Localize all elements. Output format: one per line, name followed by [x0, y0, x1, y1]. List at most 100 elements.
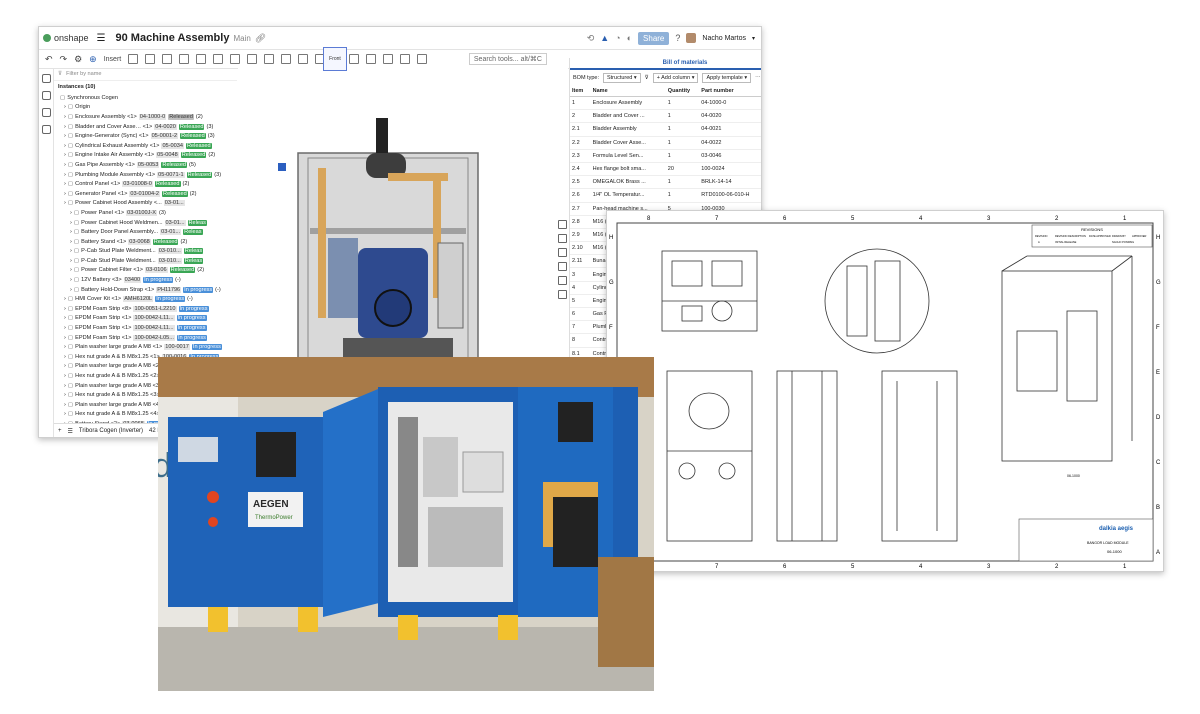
bom-row[interactable]: 2Bladder and Cover ...104-00203	[570, 109, 761, 124]
comments-icon[interactable]	[41, 74, 51, 83]
tree-row[interactable]: › ▢ Battery Stand <1> 03-0068 Released (2)	[54, 237, 237, 247]
slider-mate-icon[interactable]	[179, 54, 190, 64]
planar-mate-icon[interactable]	[196, 54, 207, 64]
fastened-mate-icon[interactable]	[145, 54, 156, 64]
tree-row[interactable]: › ▢ Origin	[54, 103, 237, 113]
parallel-mate-icon[interactable]	[264, 54, 275, 64]
user-badge-icon[interactable]: ▲	[600, 33, 609, 43]
chevron-right-icon[interactable]: ›	[64, 354, 66, 360]
tree-row[interactable]: › ▢ EPDM Foam Strip <8> 100-0051-L2210 In pr…	[54, 304, 237, 314]
chevron-right-icon[interactable]: ›	[64, 315, 66, 321]
undo-icon[interactable]: ↶	[45, 54, 53, 65]
chevron-right-icon[interactable]: ›	[64, 344, 66, 350]
chevron-right-icon[interactable]: ›	[64, 392, 66, 398]
tree-row[interactable]: › ▢ Control Panel <1> 03-01008-0 Released (2)	[54, 179, 237, 189]
chevron-right-icon[interactable]: ›	[70, 258, 72, 264]
insert-button[interactable]: Insert	[104, 56, 122, 63]
mass-properties-icon[interactable]	[558, 234, 567, 243]
display-states-icon[interactable]	[417, 54, 428, 64]
tree-row[interactable]: › ▢ Generator Panel <1> 03-01004-2 Released(…	[54, 189, 237, 199]
redo-icon[interactable]: ↷	[60, 54, 68, 65]
chevron-right-icon[interactable]: ›	[70, 210, 72, 216]
link-icon[interactable]: 🔗︎	[255, 33, 266, 44]
apply-template-button[interactable]: Apply template ▾	[702, 73, 752, 83]
tree-row[interactable]: › ▢ Engine-Generator (Sync) <1> 05-0001-2 Re…	[54, 131, 237, 141]
properties-icon[interactable]	[41, 108, 51, 117]
settings-icon[interactable]: ⚙	[74, 54, 82, 65]
notes-icon[interactable]	[558, 290, 567, 299]
chevron-right-icon[interactable]: ›	[64, 104, 66, 110]
tree-row[interactable]: › ▢ Power Cabinet Hood Assembly <... 03-01.…	[54, 199, 237, 209]
tree-row[interactable]: › ▢ EPDM Foam Strip <1> 100-0042-L05... In p…	[54, 333, 237, 343]
measure-icon[interactable]	[383, 54, 394, 64]
group-icon[interactable]	[298, 54, 309, 64]
search-tools-input[interactable]: Search tools... alt/⌘C	[468, 53, 547, 65]
chevron-right-icon[interactable]: ›	[70, 248, 72, 254]
tree-row[interactable]: › ▢ Battery Door Panel Assembly... 03-01...…	[54, 227, 237, 237]
tree-row[interactable]: › ▢ Power Panel <1> 03-0100J-X (3)	[54, 208, 237, 218]
chevron-right-icon[interactable]: ›	[64, 363, 66, 369]
appearances-icon[interactable]	[41, 125, 51, 134]
tree-row[interactable]: › ▢ Battery Hold-Down Strap <1> PH11796 In p…	[54, 285, 237, 295]
tree-row[interactable]: › ▢ 12V Battery <3> 03400 In progress (-)	[54, 275, 237, 285]
tree-row[interactable]: › ▢ P-Cab Stud Plate Weldment... 03-010... R…	[54, 247, 237, 257]
version-icon[interactable]: ⟲	[587, 33, 595, 44]
bom-icon[interactable]	[558, 248, 567, 257]
bom-column-header[interactable]: Quantity	[665, 86, 700, 97]
avatar[interactable]	[686, 33, 697, 43]
insert-icon[interactable]: ⊕	[89, 54, 97, 65]
chevron-right-icon[interactable]: ›	[64, 143, 66, 149]
tree-row[interactable]: › ▢ Power Cabinet Filter <1> 03-0106 Release…	[54, 266, 237, 276]
bom-column-header[interactable]: Item	[570, 86, 591, 97]
chevron-right-icon[interactable]: ›	[64, 306, 66, 312]
mate-icon[interactable]	[128, 54, 139, 64]
chevron-right-icon[interactable]: ›	[64, 133, 66, 139]
tangent-mate-icon[interactable]	[281, 54, 292, 64]
filter-icon[interactable]: ⊽	[58, 71, 62, 77]
chevron-right-icon[interactable]: ›	[70, 229, 72, 235]
tree-row[interactable]: › ▢ Engine Intake Air Assembly <1> 05-0048 R…	[54, 151, 237, 161]
ball-mate-icon[interactable]	[247, 54, 258, 64]
pin-slot-icon[interactable]	[230, 54, 241, 64]
bom-column-header[interactable]: Part number	[699, 86, 761, 97]
help-icon[interactable]: ?	[675, 33, 680, 43]
tab-list-icon[interactable]: ☰	[68, 428, 73, 435]
more-icon[interactable]: ⋯	[755, 75, 761, 81]
learning-icon[interactable]: ◐	[627, 33, 632, 43]
document-title[interactable]: 90 Machine Assembly	[116, 32, 230, 44]
notifications-icon[interactable]: ◔	[615, 33, 620, 43]
tree-row[interactable]: › ▢ Power Cabinet Hood Weldmen... 03-01... R…	[54, 218, 237, 228]
tab-assembly[interactable]: Tribora Cogen (Inverter)	[79, 428, 143, 434]
chevron-right-icon[interactable]: ›	[64, 152, 66, 158]
bom-row[interactable]: 2.3Formula Level Sen...103-00461	[570, 149, 761, 163]
bom-row[interactable]: 2.2Bladder Cover Asse...104-00223	[570, 136, 761, 150]
chevron-right-icon[interactable]: ›	[64, 191, 66, 197]
tree-filter-input[interactable]: Filter by name	[66, 71, 101, 77]
add-column-button[interactable]: + Add column ▾	[652, 73, 699, 83]
bom-row[interactable]: 2.4Hex flange bolt sma...20100-0024-	[570, 162, 761, 177]
chevron-right-icon[interactable]: ›	[64, 411, 66, 417]
user-name[interactable]: Nacho Martos	[702, 35, 746, 42]
bom-row[interactable]: 2.6 1/4" OL Temperatur... 1 RTD0100-06-010-…	[570, 188, 761, 203]
section-icon[interactable]	[400, 54, 411, 64]
chevron-right-icon[interactable]: ›	[64, 402, 66, 408]
chevron-right-icon[interactable]: ›	[64, 296, 66, 302]
tree-row[interactable]: › ▢ P-Cab Stud Plate Weldment... 03-010... R…	[54, 256, 237, 266]
chevron-right-icon[interactable]: ›	[64, 373, 66, 379]
chevron-right-icon[interactable]: ›	[64, 325, 66, 331]
chevron-right-icon[interactable]: ›	[64, 172, 66, 178]
branch-label[interactable]: Main	[233, 34, 250, 43]
view-cube[interactable]: Front	[323, 47, 347, 71]
chevron-right-icon[interactable]: ›	[70, 277, 72, 283]
chevron-right-icon[interactable]: ›	[64, 124, 66, 130]
bom-filter-icon[interactable]: ⊽	[645, 75, 649, 81]
add-tab-icon[interactable]: +	[58, 428, 62, 434]
share-button[interactable]: Share	[638, 31, 670, 45]
chevron-down-icon[interactable]: ▾	[752, 35, 755, 42]
tree-row[interactable]: › ▢ HMI Cover Kit <1> AMH6120L In progress (-…	[54, 294, 237, 304]
chevron-right-icon[interactable]: ›	[70, 239, 72, 245]
app-store-icon[interactable]	[558, 276, 567, 285]
onshape-logo[interactable]: onshape	[43, 33, 89, 43]
chevron-right-icon[interactable]: ›	[64, 383, 66, 389]
chevron-right-icon[interactable]: ›	[70, 287, 72, 293]
